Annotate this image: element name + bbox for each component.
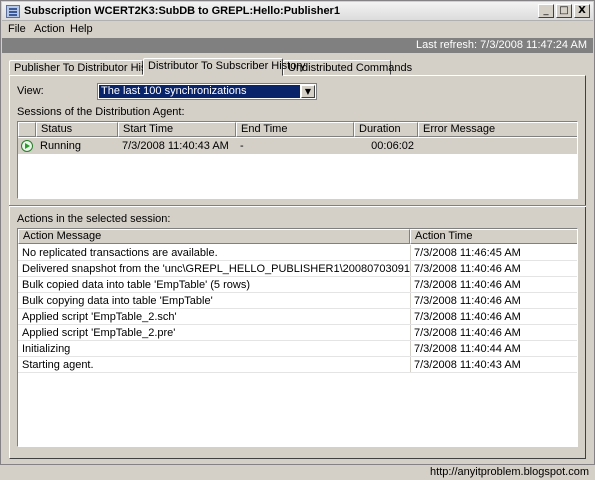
actions-label: Actions in the selected session:: [17, 213, 171, 225]
menu-help[interactable]: Help: [70, 23, 93, 35]
subscription-window: Subscription WCERT2K3:SubDB to GREPL:Hel…: [0, 0, 595, 465]
sessions-header-error-message[interactable]: Error Message: [418, 122, 577, 137]
running-status-icon: [21, 140, 33, 152]
action-time: 7/3/2008 11:46:45 AM: [414, 247, 521, 259]
title-bar[interactable]: Subscription WCERT2K3:SubDB to GREPL:Hel…: [2, 2, 593, 21]
action-message: Initializing: [22, 343, 71, 355]
sessions-header-start-time[interactable]: Start Time: [118, 122, 236, 137]
sessions-header-duration[interactable]: Duration: [354, 122, 418, 137]
action-message: Applied script 'EmpTable_2.sch': [22, 311, 177, 323]
actions-header-time[interactable]: Action Time: [410, 229, 577, 244]
maximize-button[interactable]: □: [556, 4, 572, 18]
menu-bar: File Action Help: [2, 21, 593, 38]
action-row[interactable]: Applied script 'EmpTable_2.pre' 7/3/2008 …: [18, 325, 577, 341]
action-row[interactable]: Initializing 7/3/2008 11:40:44 AM: [18, 341, 577, 357]
minimize-button[interactable]: _: [538, 4, 554, 18]
view-selected-value: The last 100 synchronizations: [99, 85, 300, 98]
session-duration: 00:06:02: [371, 140, 414, 152]
action-row[interactable]: No replicated transactions are available…: [18, 245, 577, 261]
close-button[interactable]: X: [574, 4, 590, 18]
last-refresh-text: Last refresh: 7/3/2008 11:47:24 AM: [415, 39, 587, 51]
action-row[interactable]: Bulk copying data into table 'EmpTable' 7…: [18, 293, 577, 309]
action-row[interactable]: Bulk copied data into table 'EmpTable' (…: [18, 277, 577, 293]
actions-grid: Action Message Action Time No replicated…: [17, 228, 578, 447]
action-row[interactable]: Applied script 'EmpTable_2.sch' 7/3/2008 …: [18, 309, 577, 325]
session-status: Running: [40, 140, 81, 152]
action-row[interactable]: Delivered snapshot from the 'unc\GREPL_H…: [18, 261, 577, 277]
tab-distributor-to-subscriber[interactable]: Distributor To Subscriber History: [143, 58, 306, 76]
sessions-label: Sessions of the Distribution Agent:: [17, 106, 185, 118]
session-start-time: 7/3/2008 11:40:43 AM: [122, 140, 229, 152]
action-message: Delivered snapshot from the 'unc\GREPL_H…: [22, 263, 410, 275]
action-message: Applied script 'EmpTable_2.pre': [22, 327, 176, 339]
action-message: No replicated transactions are available…: [22, 247, 218, 259]
watermark-url: http://anyitproblem.blogspot.com: [430, 466, 589, 478]
replication-monitor-icon: [6, 5, 20, 18]
action-message: Bulk copied data into table 'EmpTable' (…: [22, 279, 250, 291]
action-time: 7/3/2008 11:40:44 AM: [414, 343, 521, 355]
action-time: 7/3/2008 11:40:46 AM: [414, 295, 521, 307]
pane-splitter[interactable]: [9, 205, 586, 207]
row-gridline: [18, 372, 577, 373]
actions-header-message[interactable]: Action Message: [18, 229, 410, 244]
session-error-message: [418, 138, 577, 154]
action-time: 7/3/2008 11:40:43 AM: [414, 359, 521, 371]
menu-action[interactable]: Action: [34, 23, 65, 35]
status-bar: http://anyitproblem.blogspot.com: [0, 465, 595, 480]
window-title: Subscription WCERT2K3:SubDB to GREPL:Hel…: [24, 5, 340, 17]
action-time: 7/3/2008 11:40:46 AM: [414, 327, 521, 339]
action-time: 7/3/2008 11:40:46 AM: [414, 311, 521, 323]
action-time: 7/3/2008 11:40:46 AM: [414, 263, 521, 275]
action-time: 7/3/2008 11:40:46 AM: [414, 279, 521, 291]
session-row[interactable]: Running 7/3/2008 11:40:43 AM - 00:06:02: [18, 138, 577, 154]
sessions-grid: Status Start Time End Time Duration Erro…: [17, 121, 578, 199]
menu-file[interactable]: File: [8, 23, 26, 35]
refresh-bar: Last refresh: 7/3/2008 11:47:24 AM: [2, 38, 593, 53]
sessions-header-status[interactable]: Status: [36, 122, 118, 137]
action-message: Bulk copying data into table 'EmpTable': [22, 295, 213, 307]
view-label: View:: [17, 85, 44, 97]
action-row[interactable]: Starting agent. 7/3/2008 11:40:43 AM: [18, 357, 577, 373]
view-dropdown[interactable]: The last 100 synchronizations ▼: [97, 83, 317, 100]
action-message: Starting agent.: [22, 359, 94, 371]
session-end-time: -: [240, 140, 244, 152]
tab-publisher-to-distributor[interactable]: Publisher To Distributor History: [9, 60, 165, 75]
dropdown-arrow-icon[interactable]: ▼: [301, 85, 315, 98]
sessions-header-end-time[interactable]: End Time: [236, 122, 354, 137]
sessions-header-icon-col: [18, 122, 36, 137]
